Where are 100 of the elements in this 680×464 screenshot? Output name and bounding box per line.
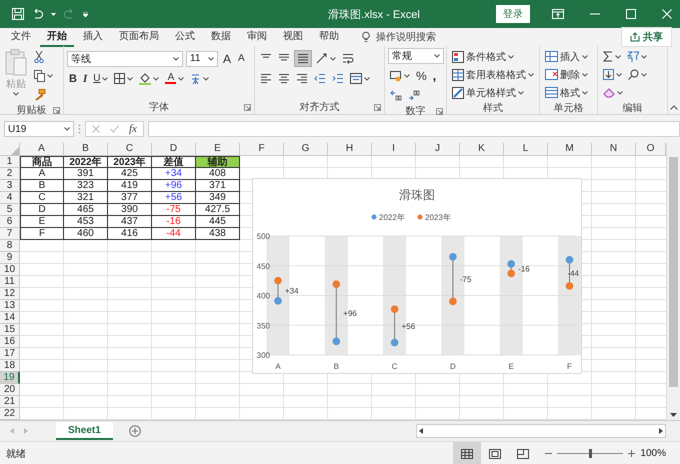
legend-label: 2022年: [379, 213, 405, 222]
number-format-field[interactable]: 常规: [388, 48, 444, 64]
column-header[interactable]: A: [20, 143, 64, 156]
cell-command-button[interactable]: 删除: [543, 66, 590, 83]
row-header[interactable]: 21: [0, 396, 20, 408]
column-header[interactable]: G: [284, 143, 328, 156]
row-header[interactable]: 3: [0, 180, 20, 192]
row-header[interactable]: 13: [0, 300, 20, 312]
row-header[interactable]: 18: [0, 360, 20, 372]
name-box[interactable]: U19: [4, 121, 74, 137]
row-header[interactable]: 17: [0, 348, 20, 360]
horizontal-scrollbar[interactable]: [416, 424, 666, 438]
column-header[interactable]: L: [504, 143, 548, 156]
style-command-button[interactable]: 条件格式: [450, 48, 536, 65]
row-header[interactable]: 11: [0, 276, 20, 288]
chart-title: 滑珠图: [399, 188, 435, 202]
row-header[interactable]: 15: [0, 324, 20, 336]
group-label: 数字: [406, 104, 426, 118]
table-cell: 408: [196, 168, 240, 180]
italic-button[interactable]: I: [80, 70, 90, 87]
bold-button[interactable]: B: [67, 70, 79, 87]
caret-icon: [208, 56, 214, 60]
bottom-align-button[interactable]: [294, 50, 312, 67]
table-cell: 321: [64, 192, 108, 204]
share-button[interactable]: 共享: [621, 27, 672, 47]
ribbon-tab[interactable]: 页面布局: [112, 27, 166, 47]
row-header[interactable]: 19: [0, 372, 20, 384]
style-command-button[interactable]: 套用表格格式: [450, 66, 536, 83]
font-color-button[interactable]: A: [163, 70, 186, 87]
ribbon-tab[interactable]: 文件: [4, 27, 38, 47]
row-header[interactable]: 12: [0, 288, 20, 300]
table-cell: 377: [108, 192, 152, 204]
row-header[interactable]: 9: [0, 252, 20, 264]
column-header[interactable]: D: [152, 143, 196, 156]
font-size-field[interactable]: 11: [186, 50, 218, 66]
row-header[interactable]: 1: [0, 156, 20, 168]
eraser-icon: [603, 88, 615, 98]
sigma-icon: [603, 51, 613, 62]
zoom-level[interactable]: 100%: [640, 448, 666, 459]
column-header[interactable]: E: [196, 143, 240, 156]
ribbon-tab[interactable]: 开始: [40, 27, 74, 47]
row-header[interactable]: 2: [0, 168, 20, 180]
column-header[interactable]: H: [328, 143, 372, 156]
column-header[interactable]: O: [636, 143, 666, 156]
row-header[interactable]: 16: [0, 336, 20, 348]
font-name-field[interactable]: 等线: [67, 50, 183, 66]
row-header[interactable]: 14: [0, 312, 20, 324]
ribbon-tab[interactable]: 视图: [276, 27, 310, 47]
caret-icon: [203, 76, 210, 80]
close-icon: [662, 9, 672, 19]
column-header[interactable]: J: [416, 143, 460, 156]
increase-font-size-button[interactable]: A: [221, 50, 234, 67]
borders-button[interactable]: [112, 70, 136, 87]
percent-button[interactable]: %: [414, 67, 429, 84]
row-header[interactable]: 22: [0, 408, 20, 420]
column-header[interactable]: B: [64, 143, 108, 156]
axis-label: 350: [256, 321, 270, 330]
tell-me-search[interactable]: 操作说明搜索: [376, 30, 436, 44]
style-command-button[interactable]: 单元格样式: [450, 84, 536, 101]
data-label: +96: [343, 308, 357, 318]
comma-button[interactable]: ,: [430, 67, 438, 84]
legend-label: 2023年: [425, 213, 451, 222]
ribbon-tab[interactable]: 数据: [204, 27, 238, 47]
data-label: -75: [460, 275, 472, 284]
row-header[interactable]: 4: [0, 192, 20, 204]
merge-button[interactable]: [348, 70, 372, 87]
zoom-slider-thumb[interactable]: [588, 449, 592, 458]
caret-icon: [518, 90, 524, 94]
column-header[interactable]: F: [240, 143, 284, 156]
column-header[interactable]: N: [592, 143, 636, 156]
formula-input[interactable]: [148, 121, 680, 137]
column-header[interactable]: C: [108, 143, 152, 156]
insert-function-button[interactable]: fx: [129, 123, 137, 135]
decrease-font-size-button[interactable]: A: [236, 50, 247, 67]
cell-command-button[interactable]: 格式: [543, 84, 590, 101]
vertical-scrollbar[interactable]: [666, 143, 680, 420]
axis-label: 300: [256, 351, 270, 360]
row-header[interactable]: 6: [0, 216, 20, 228]
table-cell: +56: [152, 192, 196, 204]
row-header[interactable]: 7: [0, 228, 20, 240]
row-header[interactable]: 8: [0, 240, 20, 252]
ribbon-tab[interactable]: 公式: [168, 27, 202, 47]
caret-icon: [127, 76, 134, 80]
view-button[interactable]: [453, 442, 482, 464]
sheet-tab[interactable]: Sheet1: [56, 422, 113, 440]
row-header[interactable]: 10: [0, 264, 20, 276]
underline-button[interactable]: U: [91, 70, 110, 87]
ribbon-tab[interactable]: 插入: [76, 27, 110, 47]
collapse-ribbon-icon: [670, 105, 678, 110]
row-header[interactable]: 20: [0, 384, 20, 396]
fill-button[interactable]: [601, 66, 624, 83]
column-header[interactable]: M: [548, 143, 592, 156]
column-header[interactable]: I: [372, 143, 416, 156]
ribbon-tab[interactable]: 审阅: [240, 27, 274, 47]
cell-command-button[interactable]: 插入: [543, 48, 590, 65]
column-header[interactable]: K: [460, 143, 504, 156]
ribbon-tab[interactable]: 帮助: [312, 27, 346, 47]
login-button[interactable]: 登录: [496, 5, 530, 23]
row-header[interactable]: 5: [0, 204, 20, 216]
copy-button[interactable]: [32, 67, 55, 84]
